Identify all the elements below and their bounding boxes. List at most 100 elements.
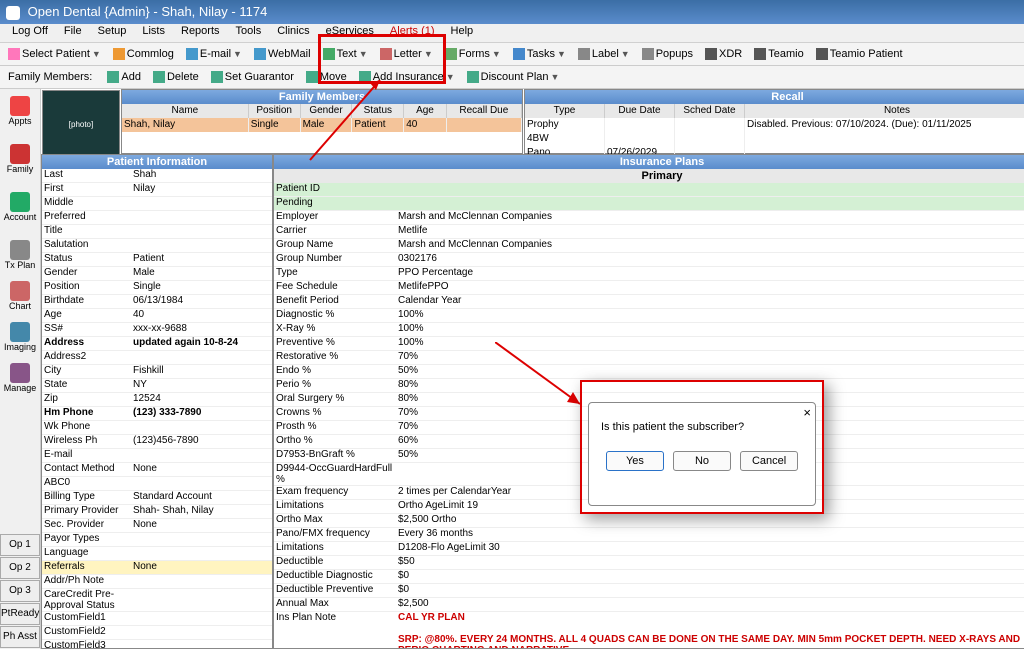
pinfo-gender[interactable]: GenderMale xyxy=(42,267,272,281)
pinfo-carecredit-pre-approval-status[interactable]: CareCredit Pre-Approval Status xyxy=(42,589,272,612)
tb2-discount-plan[interactable]: Discount Plan▼ xyxy=(461,67,566,87)
pinfo-wireless-ph[interactable]: Wireless Ph(123)456-7890 xyxy=(42,435,272,449)
menu-file[interactable]: File xyxy=(56,24,90,38)
pinfo-address2[interactable]: Address2 xyxy=(42,351,272,365)
pinfo-addr-ph-note[interactable]: Addr/Ph Note xyxy=(42,575,272,589)
tb-webmail[interactable]: WebMail xyxy=(248,44,317,64)
patient-info-panel[interactable]: Patient Information LastShahFirstNilayMi… xyxy=(41,154,273,649)
tb-teamio-patient[interactable]: Teamio Patient xyxy=(810,44,909,64)
pinfo-state[interactable]: StateNY xyxy=(42,379,272,393)
patient-photo[interactable]: [photo] xyxy=(42,90,120,159)
tb-commlog[interactable]: Commlog xyxy=(107,44,180,64)
pinfo-contact-method[interactable]: Contact MethodNone xyxy=(42,463,272,477)
recall-row[interactable]: ProphyDisabled. Previous: 07/10/2024. (D… xyxy=(525,118,1024,132)
tb2-delete[interactable]: Delete xyxy=(147,67,205,87)
ins-patient-id[interactable]: Patient ID xyxy=(274,183,1024,197)
ins-deductible-preventive[interactable]: Deductible Preventive$0 xyxy=(274,584,1024,598)
yes-button[interactable]: Yes xyxy=(606,451,664,471)
tb-label[interactable]: Label▼ xyxy=(572,44,636,64)
ins-plan-note[interactable]: Ins Plan NoteCAL YR PLAN SRP: @80%. EVER… xyxy=(274,612,1024,648)
nav-imaging[interactable]: Imaging xyxy=(1,317,39,357)
pinfo-customfield2[interactable]: CustomField2 xyxy=(42,626,272,640)
pinfo-wk-phone[interactable]: Wk Phone xyxy=(42,421,272,435)
pinfo-last[interactable]: LastShah xyxy=(42,169,272,183)
menu-alerts-1-[interactable]: Alerts (1) xyxy=(382,24,443,38)
pinfo-address[interactable]: Addressupdated again 10-8-24 xyxy=(42,337,272,351)
ins-deductible[interactable]: Deductible$50 xyxy=(274,556,1024,570)
ins-type[interactable]: TypePPO Percentage xyxy=(274,267,1024,281)
pinfo-zip[interactable]: Zip12524 xyxy=(42,393,272,407)
pinfo-title[interactable]: Title xyxy=(42,225,272,239)
ins-preventive-[interactable]: Preventive %100% xyxy=(274,337,1024,351)
pinfo-language[interactable]: Language xyxy=(42,547,272,561)
pinfo-preferred[interactable]: Preferred xyxy=(42,211,272,225)
tb2-add[interactable]: Add xyxy=(101,67,147,87)
op-op-3[interactable]: Op 3 xyxy=(0,580,40,602)
menu-tools[interactable]: Tools xyxy=(228,24,270,38)
tb-teamio[interactable]: Teamio xyxy=(748,44,809,64)
pinfo-first[interactable]: FirstNilay xyxy=(42,183,272,197)
ins-group-number[interactable]: Group Number0302176 xyxy=(274,253,1024,267)
menu-log-off[interactable]: Log Off xyxy=(4,24,56,38)
family-members-grid[interactable]: Family Members NamePositionGenderStatusA… xyxy=(121,89,523,154)
ins-diagnostic-[interactable]: Diagnostic %100% xyxy=(274,309,1024,323)
op-op-1[interactable]: Op 1 xyxy=(0,534,40,556)
pinfo-middle[interactable]: Middle xyxy=(42,197,272,211)
nav-chart[interactable]: Chart xyxy=(1,276,39,316)
menu-eservices[interactable]: eServices xyxy=(318,24,382,38)
menu-clinics[interactable]: Clinics xyxy=(269,24,317,38)
ins-group-name[interactable]: Group NameMarsh and McClennan Companies xyxy=(274,239,1024,253)
nav-manage[interactable]: Manage xyxy=(1,358,39,398)
ins-ortho-max[interactable]: Ortho Max$2,500 Ortho xyxy=(274,514,1024,528)
recall-grid[interactable]: Recall TypeDue DateSched DateNotes Proph… xyxy=(524,89,1024,154)
nav-tx-plan[interactable]: Tx Plan xyxy=(1,235,39,275)
ins-x-ray-[interactable]: X-Ray %100% xyxy=(274,323,1024,337)
tb-select-patient[interactable]: Select Patient▼ xyxy=(2,44,107,64)
recall-row[interactable]: 4BW xyxy=(525,132,1024,146)
pinfo-abc0[interactable]: ABC0 xyxy=(42,477,272,491)
tb-text[interactable]: Text▼ xyxy=(317,44,374,64)
pinfo-city[interactable]: CityFishkill xyxy=(42,365,272,379)
ins-benefit-period[interactable]: Benefit PeriodCalendar Year xyxy=(274,295,1024,309)
tb-e-mail[interactable]: E-mail▼ xyxy=(180,44,248,64)
pinfo-sec-provider[interactable]: Sec. ProviderNone xyxy=(42,519,272,533)
pinfo-e-mail[interactable]: E-mail xyxy=(42,449,272,463)
tb2-move[interactable]: Move xyxy=(300,67,353,87)
pinfo-salutation[interactable]: Salutation xyxy=(42,239,272,253)
pinfo-ss-[interactable]: SS#xxx-xx-9688 xyxy=(42,323,272,337)
ins-restorative-[interactable]: Restorative %70% xyxy=(274,351,1024,365)
pinfo-customfield3[interactable]: CustomField3 xyxy=(42,640,272,649)
ins-employer[interactable]: EmployerMarsh and McClennan Companies xyxy=(274,211,1024,225)
ins-limitations[interactable]: LimitationsD1208-Flo AgeLimit 30 xyxy=(274,542,1024,556)
nav-family[interactable]: Family xyxy=(1,139,39,179)
op-op-2[interactable]: Op 2 xyxy=(0,557,40,579)
ins-fee-schedule[interactable]: Fee ScheduleMetlifePPO xyxy=(274,281,1024,295)
ins-carrier[interactable]: CarrierMetlife xyxy=(274,225,1024,239)
op-ptready[interactable]: PtReady xyxy=(0,603,40,625)
tb2-add-insurance[interactable]: Add Insurance▼ xyxy=(353,67,461,87)
pinfo-birthdate[interactable]: Birthdate06/13/1984 xyxy=(42,295,272,309)
pinfo-hm-phone[interactable]: Hm Phone(123) 333-7890 xyxy=(42,407,272,421)
menu-setup[interactable]: Setup xyxy=(90,24,135,38)
pinfo-primary-provider[interactable]: Primary ProviderShah- Shah, Nilay xyxy=(42,505,272,519)
close-icon[interactable]: × xyxy=(803,405,811,420)
ins-annual-max[interactable]: Annual Max$2,500 xyxy=(274,598,1024,612)
pinfo-payor-types[interactable]: Payor Types xyxy=(42,533,272,547)
tb-forms[interactable]: Forms▼ xyxy=(439,44,507,64)
pinfo-age[interactable]: Age40 xyxy=(42,309,272,323)
menu-help[interactable]: Help xyxy=(443,24,482,38)
family-row-selected[interactable]: Shah, NilaySingleMalePatient40 xyxy=(122,118,522,132)
ins-deductible-diagnostic[interactable]: Deductible Diagnostic$0 xyxy=(274,570,1024,584)
tb-tasks[interactable]: Tasks▼ xyxy=(507,44,572,64)
pinfo-customfield1[interactable]: CustomField1 xyxy=(42,612,272,626)
no-button[interactable]: No xyxy=(673,451,731,471)
ins-pano-fmx-frequency[interactable]: Pano/FMX frequencyEvery 36 months xyxy=(274,528,1024,542)
menu-reports[interactable]: Reports xyxy=(173,24,228,38)
menu-lists[interactable]: Lists xyxy=(134,24,173,38)
op-ph-asst[interactable]: Ph Asst xyxy=(0,626,40,648)
pinfo-position[interactable]: PositionSingle xyxy=(42,281,272,295)
tb-letter[interactable]: Letter▼ xyxy=(374,44,439,64)
ins-endo-[interactable]: Endo %50% xyxy=(274,365,1024,379)
tb2-set-guarantor[interactable]: Set Guarantor xyxy=(205,67,300,87)
tb-popups[interactable]: Popups xyxy=(636,44,699,64)
